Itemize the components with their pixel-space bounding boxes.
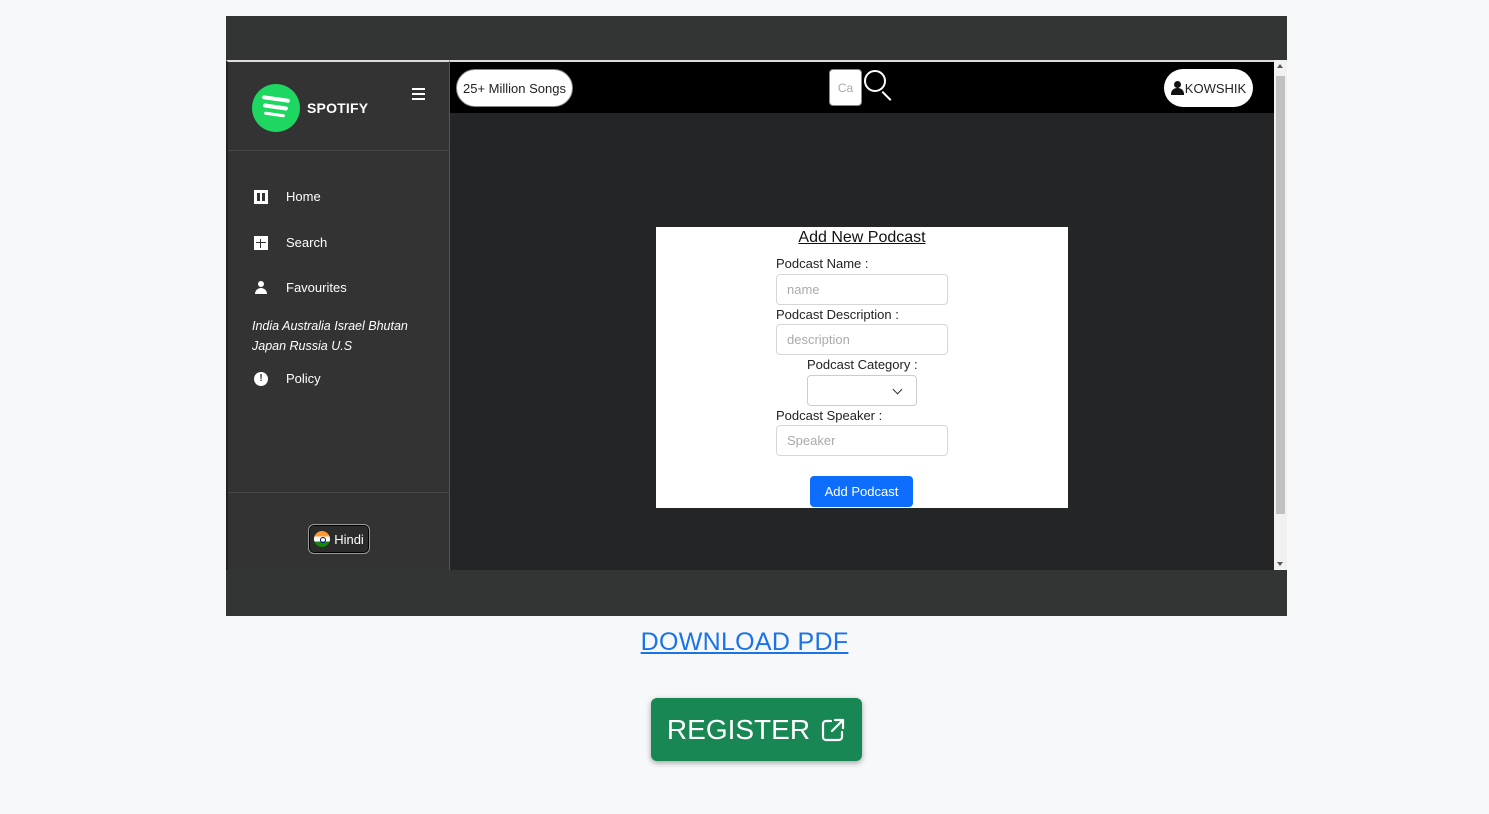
scroll-thumb[interactable] [1276,76,1285,514]
top-bar: 25+ Million Songs Ca KOWSHIK [450,60,1274,113]
home-icon [254,189,268,204]
sidebar-item-label: Home [286,189,321,204]
brand[interactable]: SPOTIFY [252,84,368,132]
country-list: India Australia Israel Bhutan Japan Russ… [252,319,408,353]
podcast-speaker-input[interactable]: Speaker [776,425,948,456]
scroll-down-arrow-icon[interactable] [1277,562,1283,566]
scrollbar[interactable] [1274,60,1287,570]
sidebar-item-favourites[interactable]: Favourites [254,280,347,295]
podcast-name-label: Podcast Name : [776,256,869,271]
main-content: Add New Podcast Podcast Name : name Podc… [450,113,1274,570]
user-button[interactable]: KOWSHIK [1164,69,1253,107]
podcast-name-input[interactable]: name [776,274,948,305]
language-label: Hindi [334,531,364,547]
language-button[interactable]: Hindi [308,524,370,554]
sidebar-item-search[interactable]: Search [254,235,327,250]
add-podcast-form: Add New Podcast Podcast Name : name Podc… [656,227,1068,508]
podcast-category-label: Podcast Category : [807,357,918,372]
songs-badge[interactable]: 25+ Million Songs [456,69,573,107]
download-pdf-container: DOWNLOAD PDF [0,628,1489,657]
brand-name: SPOTIFY [307,100,369,116]
sidebar-item-home[interactable]: Home [254,189,321,204]
sidebar-item-label: Policy [286,371,321,386]
external-link-icon [821,718,845,741]
podcast-description-label: Podcast Description : [776,307,899,322]
sidebar-divider [228,150,450,151]
add-podcast-button[interactable]: Add Podcast [810,476,913,507]
screenshot-frame: SPOTIFY Home Search Favourites India Aus… [226,16,1287,616]
sidebar-item-label: Search [286,235,328,250]
podcast-description-input[interactable]: description [776,324,948,355]
form-title: Add New Podcast [798,229,926,246]
india-flag-icon [314,531,331,547]
user-icon [1170,81,1184,95]
info-icon: ! [254,371,268,386]
hamburger-menu-icon[interactable] [412,88,425,103]
register-label: REGISTER [666,713,811,745]
search-icon[interactable] [864,70,886,92]
grid-icon [254,235,268,250]
spotify-logo-icon [252,84,300,132]
scroll-up-arrow-icon[interactable] [1277,64,1283,68]
download-pdf-link[interactable]: DOWNLOAD PDF [641,628,849,656]
sidebar-item-policy[interactable]: ! Policy [254,371,321,386]
sidebar-divider [228,492,450,493]
register-button[interactable]: REGISTER [651,698,862,761]
app-screen: SPOTIFY Home Search Favourites India Aus… [226,60,1287,570]
sidebar: SPOTIFY Home Search Favourites India Aus… [226,60,450,570]
search-input[interactable]: Ca [829,69,862,106]
podcast-category-select[interactable] [807,375,917,406]
podcast-speaker-label: Podcast Speaker : [776,408,883,423]
user-icon [254,280,268,295]
user-name: KOWSHIK [1184,80,1247,96]
sidebar-item-label: Favourites [286,280,347,295]
